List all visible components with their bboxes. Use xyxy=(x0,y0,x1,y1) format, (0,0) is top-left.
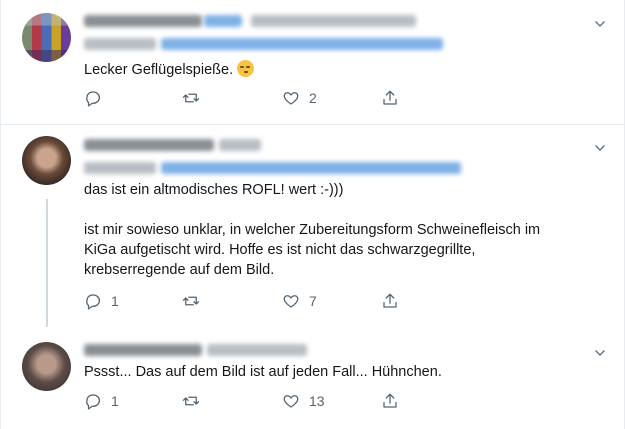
tweet[interactable]: das ist ein altmodisches ROFL! wert :-))… xyxy=(1,126,625,334)
reply-icon xyxy=(86,394,101,410)
retweet-button[interactable] xyxy=(182,88,209,108)
thread-connector-line xyxy=(46,199,48,327)
blurred-handle-date xyxy=(251,15,416,27)
like-icon xyxy=(283,92,299,105)
tweet[interactable]: Lecker Geflügelspieße. 2 xyxy=(1,0,625,125)
blurred-badge xyxy=(204,15,242,27)
retweet-icon xyxy=(182,296,200,306)
avatar[interactable] xyxy=(22,342,71,391)
blurred-reply-mentions xyxy=(161,162,461,174)
tweet-text-line2: ist mir sowieso unklar, in welcher Zuber… xyxy=(84,222,541,278)
reply-button[interactable] xyxy=(84,88,111,108)
tweet-actions: 2 xyxy=(84,88,414,108)
tweet-text-line1: das ist ein altmodisches ROFL! wert :-))… xyxy=(84,182,344,198)
retweet-button[interactable] xyxy=(182,391,209,411)
share-button[interactable] xyxy=(381,291,399,311)
reply-icon xyxy=(86,294,101,310)
blurred-reply-mentions xyxy=(161,38,443,50)
share-button[interactable] xyxy=(381,88,399,108)
blurred-display-name xyxy=(84,15,202,27)
blurred-handle-date xyxy=(207,344,307,356)
share-icon xyxy=(383,293,397,308)
blurred-handle-date xyxy=(219,139,261,151)
tweet-actions: 1 7 xyxy=(84,291,414,311)
reply-icon xyxy=(86,91,101,107)
tweet-actions: 1 13 xyxy=(84,391,414,411)
chevron-down-icon[interactable] xyxy=(594,347,606,359)
share-icon xyxy=(383,393,397,408)
share-button[interactable] xyxy=(381,391,399,411)
like-button[interactable]: 2 xyxy=(282,88,317,108)
reply-button[interactable]: 1 xyxy=(84,391,119,411)
tweet-text: das ist ein altmodisches ROFL! wert :-))… xyxy=(84,180,554,280)
reply-count: 1 xyxy=(111,393,119,409)
reply-count: 1 xyxy=(111,293,119,309)
blurred-display-name xyxy=(84,139,214,151)
like-button[interactable]: 7 xyxy=(282,291,317,311)
like-count: 13 xyxy=(309,393,325,409)
chevron-down-icon[interactable] xyxy=(594,18,606,30)
blurred-replying-to xyxy=(84,162,156,174)
blurred-replying-to xyxy=(84,38,156,50)
share-icon xyxy=(383,90,397,105)
like-button[interactable]: 13 xyxy=(282,391,325,411)
tweet[interactable]: Pssst... Das auf dem Bild ist auf jeden … xyxy=(1,334,625,429)
tweet-text: Lecker Geflügelspieße. xyxy=(84,60,255,80)
avatar[interactable] xyxy=(22,136,71,185)
chevron-down-icon[interactable] xyxy=(594,142,606,154)
like-count: 7 xyxy=(309,293,317,309)
retweet-icon xyxy=(182,396,200,406)
like-icon xyxy=(283,395,299,408)
tweet-text: Pssst... Das auf dem Bild ist auf jeden … xyxy=(84,364,442,380)
retweet-button[interactable] xyxy=(182,291,209,311)
timeline: Lecker Geflügelspieße. 2 das ist ein alt… xyxy=(0,0,625,429)
like-icon xyxy=(283,295,299,308)
like-count: 2 xyxy=(309,90,317,106)
blurred-display-name xyxy=(84,344,202,356)
reply-button[interactable]: 1 xyxy=(84,291,119,311)
smirking-face-icon xyxy=(237,60,255,77)
retweet-icon xyxy=(182,93,200,103)
avatar[interactable] xyxy=(22,13,71,62)
